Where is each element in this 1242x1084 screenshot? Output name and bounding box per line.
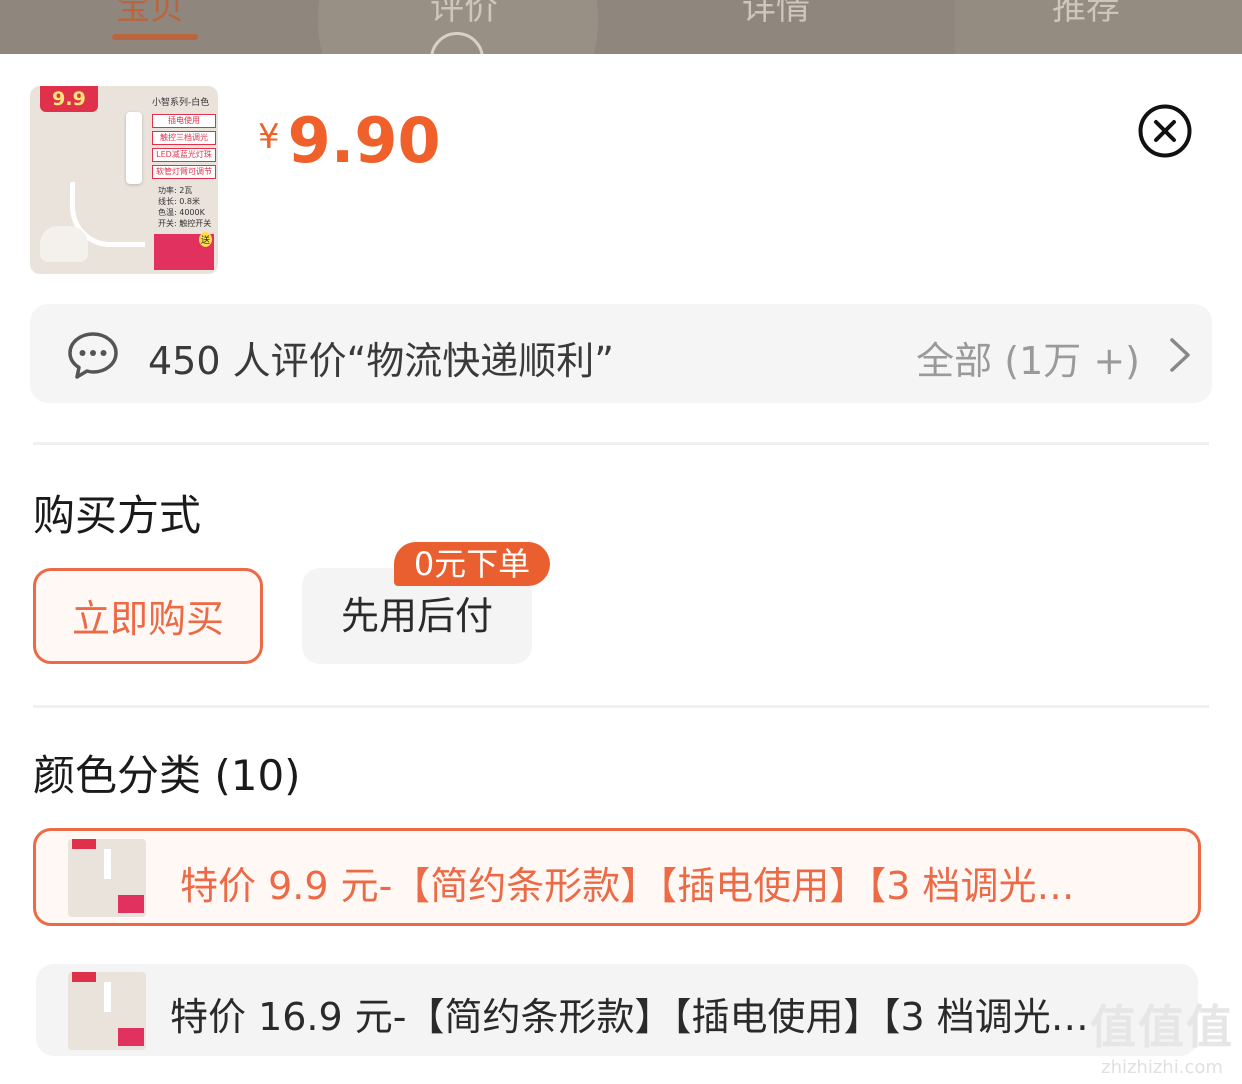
watermark: 值值值 zhizhizhi.com — [1090, 991, 1234, 1078]
divider — [33, 442, 1209, 445]
currency-symbol: ¥ — [258, 117, 280, 157]
thumb-spec: 色温: 4000K — [158, 208, 205, 217]
all-reviews-link[interactable]: 全部 (1万 +) — [916, 330, 1140, 385]
thumb-spec: 线长: 0.8米 — [158, 197, 200, 206]
price-value: 9.90 — [287, 104, 441, 177]
tab-reviews[interactable]: 评价 — [430, 0, 498, 29]
thumb-spec: 功率: 2瓦 — [158, 186, 193, 195]
zero-down-tag: 0元下单 — [394, 542, 550, 586]
purchase-method-title: 购买方式 — [33, 491, 202, 540]
chat-bubble-icon — [68, 332, 118, 379]
product-thumbnail[interactable]: 9.9 小智系列-白色 插电使用 触控三档调光 LED减蓝光灯珠 软管灯臂可调节… — [30, 86, 218, 274]
tab-recommend[interactable]: 推荐 — [1052, 0, 1120, 29]
watermark-logo: 值值值 — [1090, 1000, 1234, 1054]
option-thumbnail — [68, 972, 146, 1050]
review-highlight-text: 450 人评价“物流快递顺利” — [148, 339, 614, 383]
thumb-spec: 开关: 触控开关 — [158, 219, 212, 228]
gift-image: 送 — [154, 232, 214, 270]
buy-now-option[interactable]: 立即购买 — [33, 568, 263, 664]
tab-baobei[interactable]: 宝贝 — [116, 0, 184, 29]
top-navigation: 宝贝 评价 详情 推荐 — [0, 0, 1242, 54]
divider — [33, 705, 1209, 708]
color-option-2[interactable]: 特价 16.9 元-【简约条形款】【插电使用】【3 档调光… — [36, 964, 1198, 1056]
tab-details[interactable]: 详情 — [742, 0, 810, 29]
watermark-url: zhizhizhi.com — [1101, 1057, 1223, 1078]
option-thumbnail — [68, 839, 146, 917]
price-badge: 9.9 — [40, 86, 98, 112]
gift-label: 送 — [198, 232, 212, 247]
close-button[interactable] — [1138, 104, 1192, 158]
review-summary-bar[interactable]: 450 人评价“物流快递顺利” 全部 (1万 +) — [30, 304, 1212, 403]
color-option-1[interactable]: 特价 9.9 元-【简约条形款】【插电使用】【3 档调光… — [33, 828, 1201, 926]
close-circle-icon — [1138, 104, 1192, 158]
thumb-title: 小智系列-白色 — [152, 98, 210, 108]
thumb-chip: 插电使用 — [152, 114, 216, 128]
color-category-title: 颜色分类 (10) — [33, 751, 301, 800]
active-tab-indicator — [112, 34, 198, 40]
thumb-chip: 软管灯臂可调节 — [152, 165, 216, 179]
lamp-base-image — [40, 226, 88, 262]
thumb-chip: 触控三档调光 — [152, 131, 216, 145]
price: ¥9.90 — [258, 104, 441, 177]
color-option-label: 特价 9.9 元-【简约条形款】【插电使用】【3 档调光… — [180, 864, 1075, 908]
chevron-right-icon — [1170, 338, 1190, 372]
lamp-image — [126, 112, 142, 184]
thumb-chip: LED减蓝光灯珠 — [152, 148, 216, 162]
color-option-label: 特价 16.9 元-【简约条形款】【插电使用】【3 档调光… — [170, 995, 1089, 1039]
